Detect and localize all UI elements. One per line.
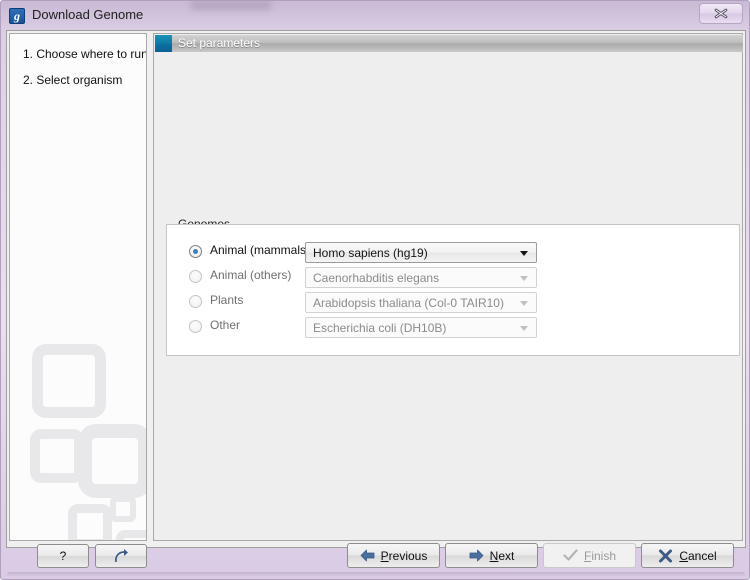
- dialog-button-bar: ? Previous Next Finish Cancel: [6, 540, 746, 576]
- previous-button[interactable]: Previous: [347, 543, 440, 568]
- close-icon: [714, 8, 728, 19]
- genome-row-plants: Plants Arabidopsis thaliana (Col-0 TAIR1…: [177, 291, 737, 315]
- cancel-mnemonic: C: [679, 548, 688, 563]
- watermark-square-1: [32, 344, 106, 418]
- window-bottom-strip: [7, 572, 745, 576]
- radio-animal-mammals[interactable]: [189, 245, 202, 258]
- chevron-down-icon: [520, 326, 528, 331]
- arrow-left-icon: [360, 549, 375, 562]
- sidebar-item-select-organism[interactable]: 2. Select organism: [23, 73, 122, 87]
- radio-other[interactable]: [189, 320, 202, 333]
- combo-value-plants: Arabidopsis thaliana (Col-0 TAIR10): [313, 296, 504, 310]
- genome-row-animal-others: Animal (others) Caenorhabditis elegans: [177, 266, 737, 290]
- sidebar-item-choose-where-to-run[interactable]: 1. Choose where to run: [23, 47, 146, 61]
- chevron-down-icon: [520, 276, 528, 281]
- next-button-label: Next: [490, 550, 515, 562]
- title-bar: g Download Genome: [1, 1, 750, 30]
- next-rest: ext: [498, 548, 515, 563]
- application-icon: g: [9, 8, 25, 24]
- combo-value-other: Escherichia coli (DH10B): [313, 321, 447, 335]
- watermark-square-3: [78, 424, 146, 498]
- finish-button: Finish: [543, 543, 636, 568]
- combo-value-animal-others: Caenorhabditis elegans: [313, 271, 440, 285]
- dialog-window: g Download Genome 1. Choose where to run…: [0, 0, 750, 580]
- section-header-label: Set parameters: [178, 36, 261, 50]
- combo-other: Escherichia coli (DH10B): [305, 317, 537, 338]
- radio-label-animal-others: Animal (others): [210, 268, 292, 282]
- help-button[interactable]: ?: [37, 544, 89, 568]
- watermark-square-2: [30, 429, 84, 483]
- radio-plants[interactable]: [189, 295, 202, 308]
- combo-animal-others: Caenorhabditis elegans: [305, 267, 537, 288]
- x-icon: [659, 549, 673, 562]
- combo-plants: Arabidopsis thaliana (Col-0 TAIR10): [305, 292, 537, 313]
- finish-rest: inish: [591, 548, 617, 563]
- chevron-down-icon: [520, 301, 528, 306]
- help-button-label: ?: [59, 549, 67, 563]
- section-header: Set parameters: [155, 35, 743, 52]
- main-panel: Set parameters Genomes Animal (mammals) …: [153, 33, 743, 541]
- previous-rest: revious: [388, 548, 428, 563]
- chevron-down-icon: [520, 251, 528, 256]
- genomes-group: Animal (mammals) Homo sapiens (hg19) Ani…: [166, 224, 740, 356]
- watermark-square-4: [68, 504, 112, 540]
- radio-animal-others[interactable]: [189, 270, 202, 283]
- cancel-rest: ancel: [687, 548, 717, 563]
- check-icon: [563, 549, 578, 561]
- combo-value-animal-mammals: Homo sapiens (hg19): [313, 246, 428, 260]
- combo-animal-mammals[interactable]: Homo sapiens (hg19): [305, 242, 537, 263]
- arrow-right-icon: [469, 549, 484, 562]
- genome-row-animal-mammals: Animal (mammals) Homo sapiens (hg19): [177, 241, 737, 265]
- previous-mnemonic: P: [380, 548, 389, 563]
- radio-label-other: Other: [210, 318, 241, 332]
- reset-button[interactable]: [95, 544, 147, 568]
- finish-button-label: Finish: [584, 550, 616, 562]
- watermark-square-5: [110, 496, 136, 522]
- wizard-steps-sidebar: 1. Choose where to run 2. Select organis…: [9, 33, 147, 541]
- parameters-icon: [155, 35, 172, 52]
- window-title: Download Genome: [32, 7, 144, 22]
- client-area: 1. Choose where to run 2. Select organis…: [6, 30, 746, 548]
- cancel-button[interactable]: Cancel: [641, 543, 734, 568]
- previous-button-label: Previous: [381, 550, 428, 562]
- close-button[interactable]: [699, 3, 743, 24]
- radio-label-animal-mammals: Animal (mammals): [210, 243, 311, 257]
- cancel-button-label: Cancel: [679, 550, 716, 562]
- next-button[interactable]: Next: [445, 543, 538, 568]
- genome-row-other: Other Escherichia coli (DH10B): [177, 316, 737, 340]
- radio-label-plants: Plants: [210, 293, 244, 307]
- undo-arrow-icon: [115, 549, 128, 563]
